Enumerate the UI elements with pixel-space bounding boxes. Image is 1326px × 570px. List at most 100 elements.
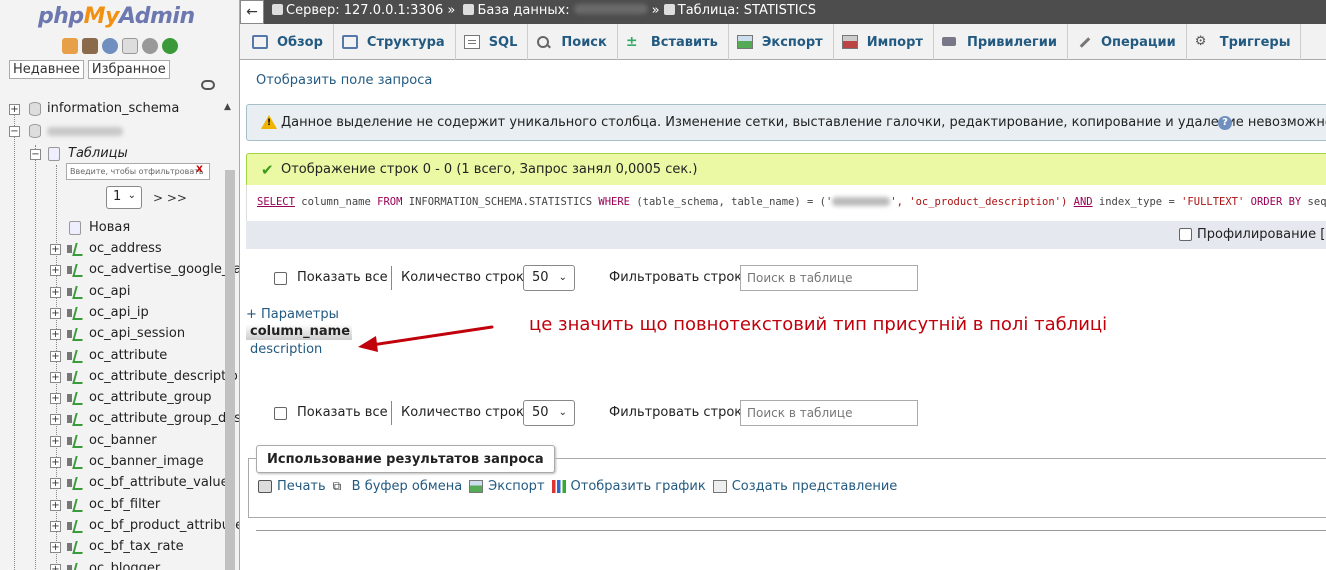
annotation-arrow bbox=[358, 325, 494, 352]
tree-table-item[interactable]: + oc_api bbox=[0, 282, 224, 302]
help-icon[interactable] bbox=[102, 38, 118, 54]
tab-structure[interactable]: Структура bbox=[334, 24, 456, 60]
clear-filter-button[interactable]: X bbox=[196, 165, 203, 175]
show-all-checkbox[interactable] bbox=[274, 272, 287, 285]
tree-table-item[interactable]: + oc_attribute_group bbox=[0, 388, 224, 408]
chart-link[interactable]: Отобразить график bbox=[551, 479, 706, 494]
filter-rows-input[interactable]: Поиск в таблице bbox=[740, 400, 918, 426]
tree-new-table[interactable]: Новая bbox=[0, 218, 230, 238]
expand-icon[interactable]: + bbox=[50, 499, 61, 511]
clipboard-link[interactable]: ⧉ В буфер обмена bbox=[333, 479, 463, 494]
results-operations-list: Печать ⧉ В буфер обмена Экспорт Отобразить г… bbox=[258, 479, 904, 494]
help-icon[interactable]: ? bbox=[1218, 116, 1232, 130]
expand-icon[interactable]: + bbox=[50, 435, 61, 447]
show-query-link[interactable]: Отобразить поле запроса bbox=[256, 73, 432, 88]
expand-icon[interactable]: + bbox=[50, 563, 61, 570]
favorites-tab[interactable]: Избранное bbox=[87, 60, 170, 79]
show-all-checkbox[interactable] bbox=[274, 407, 287, 420]
page-select[interactable]: 1 ⌄ bbox=[106, 186, 142, 209]
tree-table-item[interactable]: + oc_bf_tax_rate bbox=[0, 537, 224, 557]
filter-rows-input[interactable]: Поиск в таблице bbox=[740, 265, 918, 291]
next-page-link[interactable]: > >> bbox=[153, 191, 187, 205]
tree-table-item[interactable]: + oc_bf_product_attribute bbox=[0, 516, 239, 536]
phpmyadmin-logo[interactable]: phpMyAdmin bbox=[38, 4, 195, 29]
expand-icon[interactable]: + bbox=[50, 244, 61, 255]
tree-table-item[interactable]: + oc_attribute bbox=[0, 346, 224, 366]
rows-count-select[interactable]: 50 ⌄ bbox=[523, 265, 575, 291]
expand-icon[interactable]: + bbox=[50, 478, 61, 490]
tree-table-item[interactable]: + oc_attribute_group_des bbox=[0, 409, 239, 429]
recent-tab[interactable]: Недавнее bbox=[9, 60, 84, 79]
breadcrumb-table[interactable]: Таблица: STATISTICS bbox=[678, 3, 816, 18]
expand-icon[interactable]: + bbox=[50, 307, 61, 319]
table-icon bbox=[67, 392, 83, 404]
insert-icon: ± bbox=[625, 34, 638, 50]
tab-export[interactable]: Экспорт bbox=[729, 24, 834, 60]
tab-browse[interactable]: Обзор bbox=[244, 24, 334, 60]
expand-icon[interactable]: + bbox=[50, 350, 61, 362]
breadcrumb-database[interactable]: База данных: bbox=[477, 3, 569, 18]
tree-table-item[interactable]: + oc_bf_filter bbox=[0, 495, 224, 515]
tree-table-item[interactable]: + oc_blogger bbox=[0, 559, 224, 570]
tab-privileges[interactable]: Привилегии bbox=[934, 24, 1068, 60]
reload-icon[interactable] bbox=[162, 38, 178, 54]
table-icon bbox=[67, 413, 83, 425]
divider bbox=[391, 266, 392, 290]
print-link[interactable]: Печать bbox=[258, 479, 326, 494]
collapse-nav-button[interactable]: ← bbox=[240, 0, 264, 24]
settings-icon[interactable] bbox=[142, 38, 158, 54]
tree-tables-node[interactable]: − Таблицы bbox=[0, 144, 230, 164]
table-filter-input[interactable]: Введите, чтобы отфильтровать bbox=[66, 163, 210, 180]
annotation-text: це значить що повнотекстовий тип присутн… bbox=[529, 314, 1108, 335]
tree-table-item[interactable]: + oc_api_ip bbox=[0, 303, 224, 323]
collapse-icon[interactable]: − bbox=[30, 149, 41, 160]
expand-icon[interactable]: + bbox=[50, 329, 61, 341]
table-cell[interactable]: description bbox=[250, 342, 322, 357]
export-icon bbox=[736, 35, 753, 49]
query-results-legend: Использование результатов запроса bbox=[256, 445, 555, 473]
scrollbar-thumb[interactable] bbox=[225, 170, 235, 570]
tree-table-item[interactable]: + oc_attribute_description bbox=[0, 367, 239, 387]
tree-db-current[interactable]: − bbox=[0, 121, 230, 141]
tab-insert[interactable]: ± Вставить bbox=[618, 24, 729, 60]
profiling-checkbox[interactable] bbox=[1179, 228, 1192, 241]
table-icon bbox=[67, 264, 83, 276]
tree-table-item[interactable]: + oc_advertise_google_ta bbox=[0, 260, 239, 280]
tab-triggers[interactable]: ⚙ Триггеры bbox=[1187, 24, 1302, 60]
tree-table-item[interactable]: + oc_api_session bbox=[0, 324, 224, 344]
tab-import[interactable]: Импорт bbox=[834, 24, 934, 60]
tab-search[interactable]: Поиск bbox=[528, 24, 618, 60]
expand-icon[interactable]: + bbox=[50, 542, 61, 554]
table-icon bbox=[67, 499, 83, 511]
column-header[interactable]: column_name bbox=[246, 324, 352, 340]
expand-icon[interactable]: + bbox=[50, 393, 61, 405]
tab-sql[interactable]: SQL bbox=[456, 24, 529, 60]
expand-icon[interactable]: + bbox=[50, 265, 61, 277]
scroll-up-icon: ▲ bbox=[224, 102, 231, 112]
rows-count-select[interactable]: 50 ⌄ bbox=[523, 400, 575, 426]
options-link[interactable]: + Параметры bbox=[246, 307, 339, 322]
exit-icon[interactable] bbox=[82, 38, 98, 54]
export-link[interactable]: Экспорт bbox=[469, 479, 545, 494]
redacted-db-name bbox=[47, 127, 123, 136]
expand-icon[interactable]: + bbox=[50, 371, 61, 383]
tree-table-item[interactable]: + oc_banner_image bbox=[0, 452, 224, 472]
home-icon[interactable] bbox=[62, 38, 78, 54]
breadcrumb-server[interactable]: Сервер: 127.0.0.1:3306 » bbox=[286, 3, 455, 18]
expand-icon[interactable]: + bbox=[50, 457, 61, 468]
create-view-link[interactable]: Создать представление bbox=[712, 479, 897, 494]
collapse-icon[interactable]: − bbox=[9, 126, 20, 137]
nav-scrollbar[interactable]: ▲ bbox=[224, 100, 236, 570]
tree-table-item[interactable]: + oc_bf_attribute_value bbox=[0, 473, 229, 493]
tab-operations[interactable]: Операции bbox=[1068, 24, 1187, 60]
table-navigation-bottom: Показать все Количество строк: 50 ⌄ Фильт… bbox=[274, 400, 934, 426]
expand-icon[interactable]: + bbox=[50, 520, 61, 532]
tree-table-item[interactable]: + oc_address bbox=[0, 239, 224, 259]
expand-icon[interactable]: + bbox=[50, 286, 61, 298]
tree-db-information-schema[interactable]: + information_schema bbox=[0, 99, 230, 119]
expand-icon[interactable]: + bbox=[50, 414, 61, 426]
expand-icon[interactable]: + bbox=[9, 104, 20, 115]
link-icon[interactable] bbox=[201, 80, 215, 90]
tree-table-item[interactable]: + oc_banner bbox=[0, 431, 224, 451]
docs-icon[interactable] bbox=[122, 38, 138, 54]
